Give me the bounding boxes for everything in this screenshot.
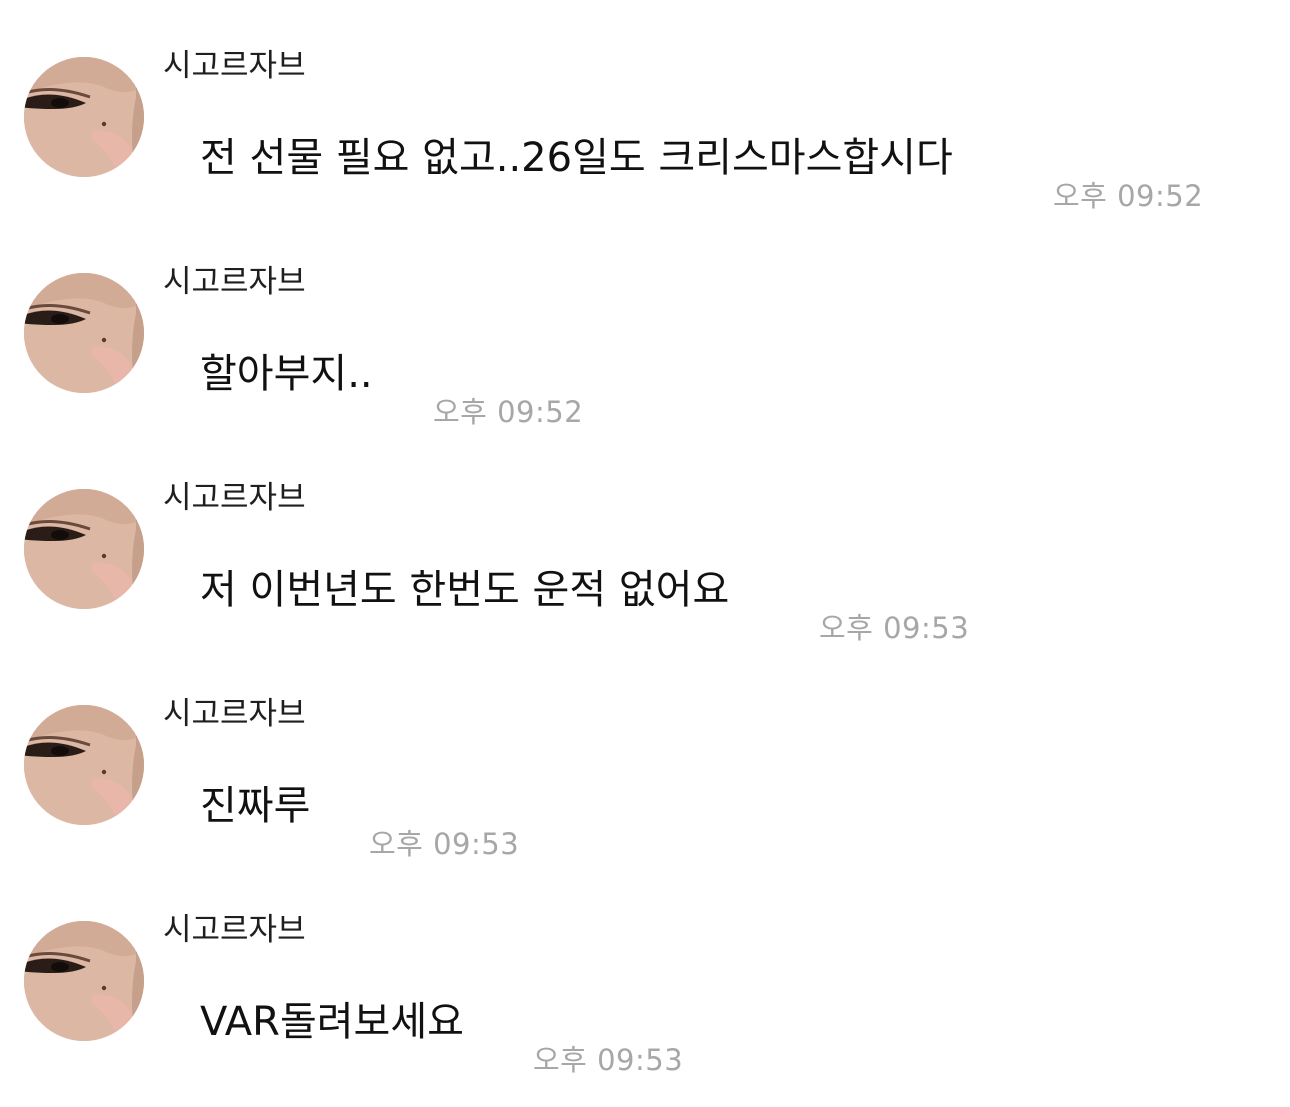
sender-name: 시고르자브: [163, 480, 306, 516]
chat-message: 시고르자브 저 이번년도 한번도 운적 없어요 오후 09:53: [0, 432, 1290, 648]
message-text: 진짜루: [200, 783, 311, 829]
sender-avatar[interactable]: [24, 921, 144, 1041]
sender-avatar[interactable]: [24, 489, 144, 609]
sender-avatar[interactable]: [24, 273, 144, 393]
avatar-photo-icon: [24, 921, 144, 1041]
message-timestamp: 오후 09:53: [369, 827, 520, 861]
sender-name: 시고르자브: [163, 912, 306, 948]
message-text: 할아부지..: [200, 351, 373, 397]
message-timestamp: 오후 09:53: [819, 611, 970, 645]
avatar-photo-icon: [24, 705, 144, 825]
sender-name: 시고르자브: [163, 696, 306, 732]
message-timestamp: 오후 09:52: [433, 395, 584, 429]
sender-avatar[interactable]: [24, 705, 144, 825]
chat-message: 시고르자브 전 선물 필요 없고..26일도 크리스마스합시다 오후 09:52: [0, 0, 1290, 216]
sender-name: 시고르자브: [163, 264, 306, 300]
chat-message: 시고르자브 진짜루 오후 09:53: [0, 648, 1290, 864]
avatar-photo-icon: [24, 273, 144, 393]
message-timestamp: 오후 09:52: [1053, 179, 1204, 213]
avatar-photo-icon: [24, 57, 144, 177]
chat-message-list[interactable]: 시고르자브 전 선물 필요 없고..26일도 크리스마스합시다 오후 09:52…: [0, 0, 1290, 1107]
chat-message: 시고르자브 VAR돌려보세요 오후 09:53: [0, 864, 1290, 1080]
message-text: 저 이번년도 한번도 운적 없어요: [200, 567, 730, 613]
message-text: 전 선물 필요 없고..26일도 크리스마스합시다: [200, 135, 953, 181]
avatar-photo-icon: [24, 489, 144, 609]
message-timestamp: 오후 09:53: [533, 1043, 684, 1077]
sender-avatar[interactable]: [24, 57, 144, 177]
message-text: VAR돌려보세요: [200, 999, 464, 1045]
chat-message: 시고르자브 할아부지.. 오후 09:52: [0, 216, 1290, 432]
sender-name: 시고르자브: [163, 48, 306, 84]
